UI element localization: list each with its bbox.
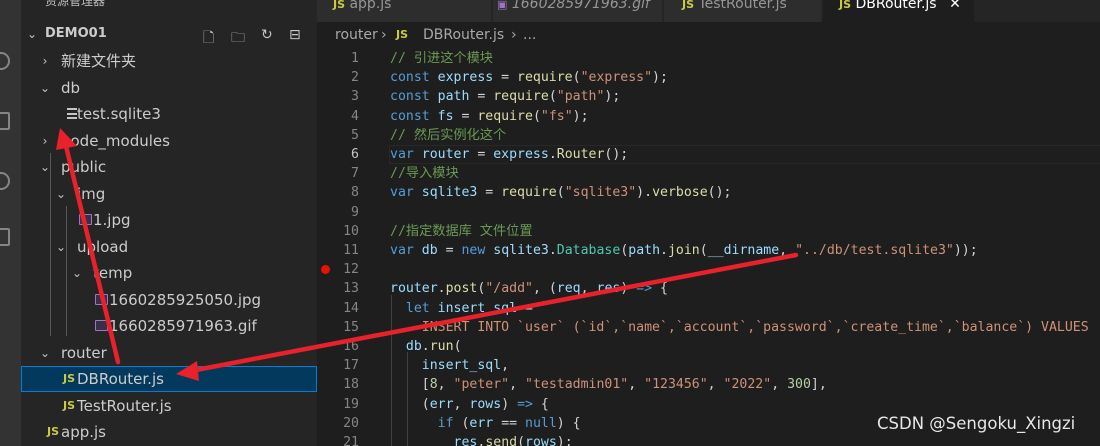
- annotation-arrow-to-dbrouter: [193, 252, 799, 373]
- annotation-arrow-to-sqlite: [63, 143, 121, 365]
- watermark: CSDN @Sengoku_Xingzi: [877, 414, 1076, 433]
- arrowhead: [56, 128, 77, 150]
- arrowhead: [176, 361, 199, 381]
- annotation-arrows: [56, 128, 799, 381]
